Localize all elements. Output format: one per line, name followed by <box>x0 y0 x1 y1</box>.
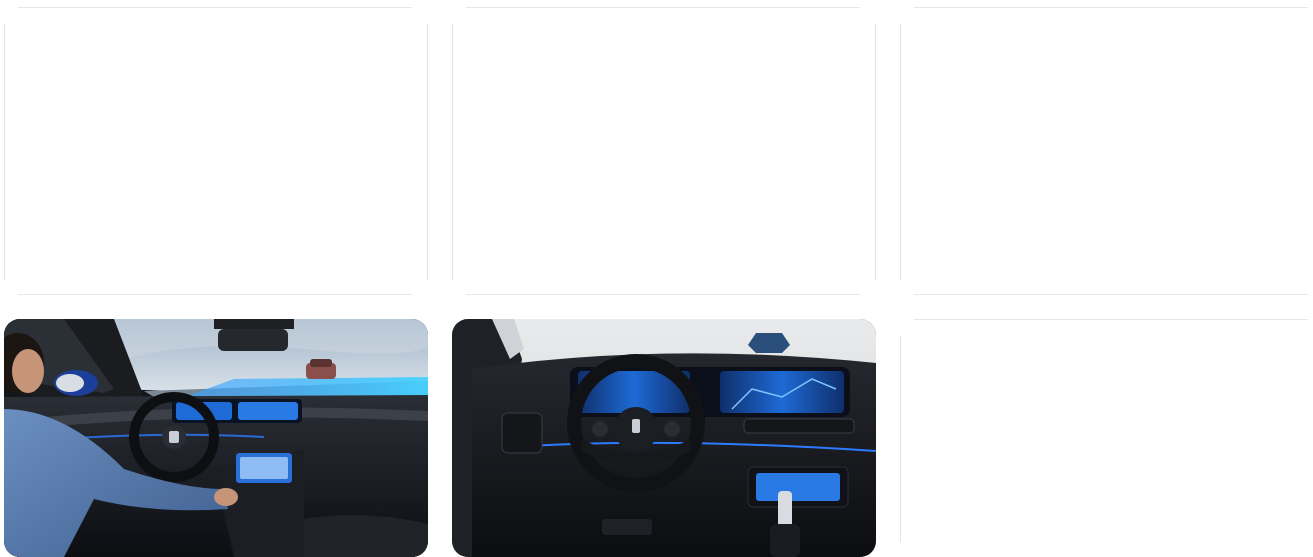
steering-wheel-dashboard-image <box>452 319 876 557</box>
card-bottom-divider <box>466 294 860 295</box>
card-top-divider <box>914 7 1308 8</box>
content-card-3 <box>896 0 1313 300</box>
card-right-edge <box>875 24 876 280</box>
card-left-edge <box>452 24 453 280</box>
interior-driver-photo[interactable] <box>4 319 428 557</box>
content-card-1 <box>0 0 432 300</box>
dashboard-photo[interactable] <box>452 319 876 557</box>
driver-lane-assist-image <box>4 319 428 557</box>
card-bottom-divider <box>914 294 1308 295</box>
card-left-edge <box>900 336 901 542</box>
content-card-6 <box>896 300 1313 557</box>
card-right-edge <box>427 24 428 280</box>
card-left-edge <box>900 24 901 280</box>
content-card-2 <box>448 0 880 300</box>
card-left-edge <box>4 24 5 280</box>
card-top-divider <box>18 7 412 8</box>
card-top-divider <box>914 319 1308 320</box>
card-bottom-divider <box>18 294 412 295</box>
card-top-divider <box>466 7 860 8</box>
